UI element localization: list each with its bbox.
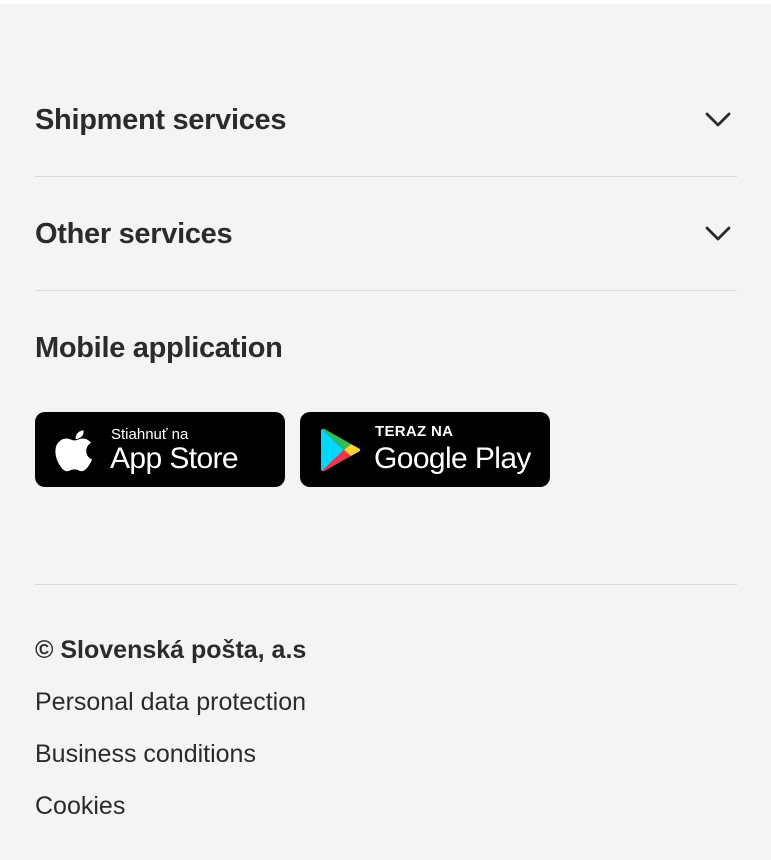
mobile-application-title: Mobile application <box>35 332 283 364</box>
personal-data-protection-link[interactable]: Personal data protection <box>35 687 306 717</box>
apple-icon <box>55 428 95 477</box>
app-store-big-text: App Store <box>110 442 239 475</box>
cookies-link[interactable]: Cookies <box>35 791 125 821</box>
chevron-down-icon <box>703 105 733 135</box>
footer: Shipment services Other services Mobile … <box>0 4 771 860</box>
app-store-badge[interactable]: Stiahnuť na App Store <box>35 412 285 487</box>
divider <box>35 290 737 291</box>
google-play-small-text: TERAZ NA <box>375 423 454 440</box>
google-play-badge[interactable]: TERAZ NA Google Play <box>300 412 550 487</box>
accordion-title-other-services: Other services <box>35 217 233 250</box>
business-conditions-link[interactable]: Business conditions <box>35 739 256 769</box>
accordion-other-services[interactable]: Other services <box>35 177 737 291</box>
divider <box>35 584 737 585</box>
google-play-big-text: Google Play <box>374 442 531 475</box>
app-store-small-text: Stiahnuť na <box>111 426 189 443</box>
accordion-shipment-services[interactable]: Shipment services <box>35 63 737 177</box>
copyright-text: © Slovenská pošta, a.s <box>35 636 307 664</box>
chevron-down-icon <box>703 219 733 249</box>
google-play-icon <box>320 428 362 477</box>
accordion-title-shipment-services: Shipment services <box>35 103 287 136</box>
